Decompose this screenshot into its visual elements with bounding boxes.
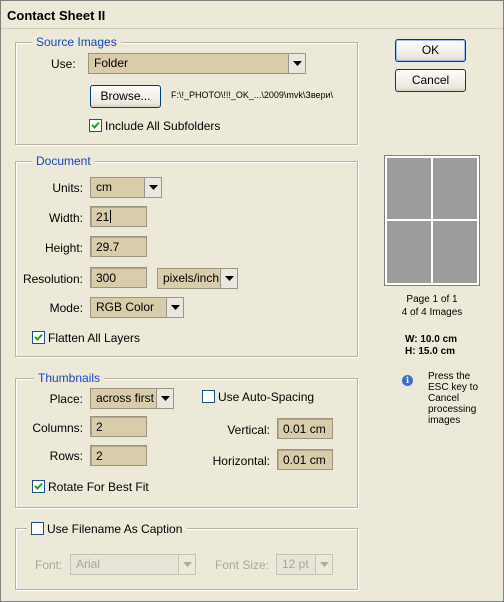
use-select-value: Folder <box>94 56 129 70</box>
width-info: W: 10.0 cm <box>405 334 458 345</box>
columns-field[interactable]: 2 <box>90 416 147 437</box>
preview-cell <box>433 221 477 283</box>
chevron-down-icon <box>166 298 183 317</box>
flatten-layers-checkbox[interactable] <box>32 331 45 344</box>
chevron-down-icon <box>288 54 305 73</box>
page-info: Page 1 of 1 <box>406 294 458 305</box>
units-label: Units: <box>52 181 83 195</box>
font-label: Font: <box>35 558 63 572</box>
use-select[interactable]: Folder <box>88 53 306 74</box>
use-filename-caption-label: Use Filename As Caption <box>47 522 183 536</box>
rotate-best-fit-label: Rotate For Best Fit <box>48 480 149 494</box>
checkmark-icon <box>34 482 43 490</box>
mode-label: Mode: <box>49 301 83 315</box>
auto-spacing-label: Use Auto-Spacing <box>218 390 315 404</box>
chevron-down-icon <box>220 269 237 288</box>
height-field[interactable]: 29.7 <box>90 236 147 257</box>
units-select[interactable]: cm <box>90 177 162 198</box>
dialog-title: Contact Sheet II <box>1 1 503 29</box>
include-subfolders-label: Include All Subfolders <box>105 119 221 133</box>
contact-sheet-dialog: Contact Sheet II OK Cancel Source Images… <box>0 0 504 602</box>
mode-select-value: RGB Color <box>96 300 155 314</box>
use-label: Use: <box>51 57 76 71</box>
use-filename-caption-checkbox[interactable] <box>31 522 44 535</box>
width-label: Width: <box>48 211 83 225</box>
rows-label: Rows: <box>49 449 83 463</box>
vertical-field[interactable]: 0.01 cm <box>277 418 333 439</box>
include-subfolders-checkbox[interactable] <box>89 119 102 132</box>
checkmark-icon <box>91 121 100 129</box>
preview-cell <box>387 158 431 219</box>
rotate-best-fit-checkbox[interactable] <box>32 480 45 493</box>
source-images-legend: Source Images <box>32 35 121 49</box>
place-select-value: across first <box>96 391 155 405</box>
font-select[interactable]: Arial <box>70 554 196 575</box>
escape-hint-line: Cancel <box>428 393 460 404</box>
resolution-label: Resolution: <box>22 272 83 286</box>
chevron-down-icon <box>178 555 195 574</box>
chevron-down-icon <box>156 389 173 408</box>
horizontal-field[interactable]: 0.01 cm <box>277 449 333 470</box>
preview-cell <box>387 221 431 283</box>
resolution-unit-value: pixels/inch <box>163 271 220 285</box>
info-icon: i <box>402 375 413 386</box>
mode-select[interactable]: RGB Color <box>90 297 184 318</box>
images-info: 4 of 4 Images <box>401 307 463 318</box>
place-label: Place: <box>49 392 83 406</box>
document-legend: Document <box>32 154 95 168</box>
preview-cell <box>433 158 477 219</box>
horizontal-label: Horizontal: <box>212 454 270 468</box>
auto-spacing-checkbox[interactable] <box>202 390 215 403</box>
escape-hint: Press the ESC key to Cancel processing i… <box>428 371 478 426</box>
escape-hint-line: Press the <box>428 371 471 382</box>
chevron-down-icon <box>144 178 161 197</box>
font-select-value: Arial <box>76 557 101 571</box>
browse-button[interactable]: Browse... <box>90 85 161 108</box>
height-label: Height: <box>44 241 83 255</box>
layout-preview <box>384 155 480 286</box>
cancel-button[interactable]: Cancel <box>395 69 466 92</box>
escape-hint-line: processing <box>428 404 477 415</box>
resolution-unit-select[interactable]: pixels/inch <box>157 268 238 289</box>
chevron-down-icon <box>315 555 332 574</box>
columns-label: Columns: <box>32 421 83 435</box>
ok-button[interactable]: OK <box>395 39 466 62</box>
vertical-label: Vertical: <box>227 423 270 437</box>
font-size-select[interactable]: 12 pt <box>276 554 333 575</box>
width-field[interactable]: 21 <box>90 206 147 227</box>
rows-field[interactable]: 2 <box>90 445 147 466</box>
checkmark-icon <box>34 333 43 341</box>
place-select[interactable]: across first <box>90 388 174 409</box>
font-size-label: Font Size: <box>215 558 270 572</box>
height-info: H: 15.0 cm <box>405 346 456 357</box>
width-value: 21 <box>96 210 110 224</box>
escape-hint-line: ESC key to <box>428 382 479 393</box>
flatten-layers-label: Flatten All Layers <box>48 331 141 345</box>
thumbnails-legend: Thumbnails <box>34 371 105 385</box>
units-select-value: cm <box>96 180 112 194</box>
resolution-field[interactable]: 300 <box>90 267 147 288</box>
source-path: F:\!_PHOTO\!!!_OK_...\2009\mvk\Звери\ <box>171 90 334 100</box>
font-size-select-value: 12 pt <box>282 557 309 571</box>
text-cursor <box>110 210 112 223</box>
escape-hint-line: images <box>428 415 461 426</box>
